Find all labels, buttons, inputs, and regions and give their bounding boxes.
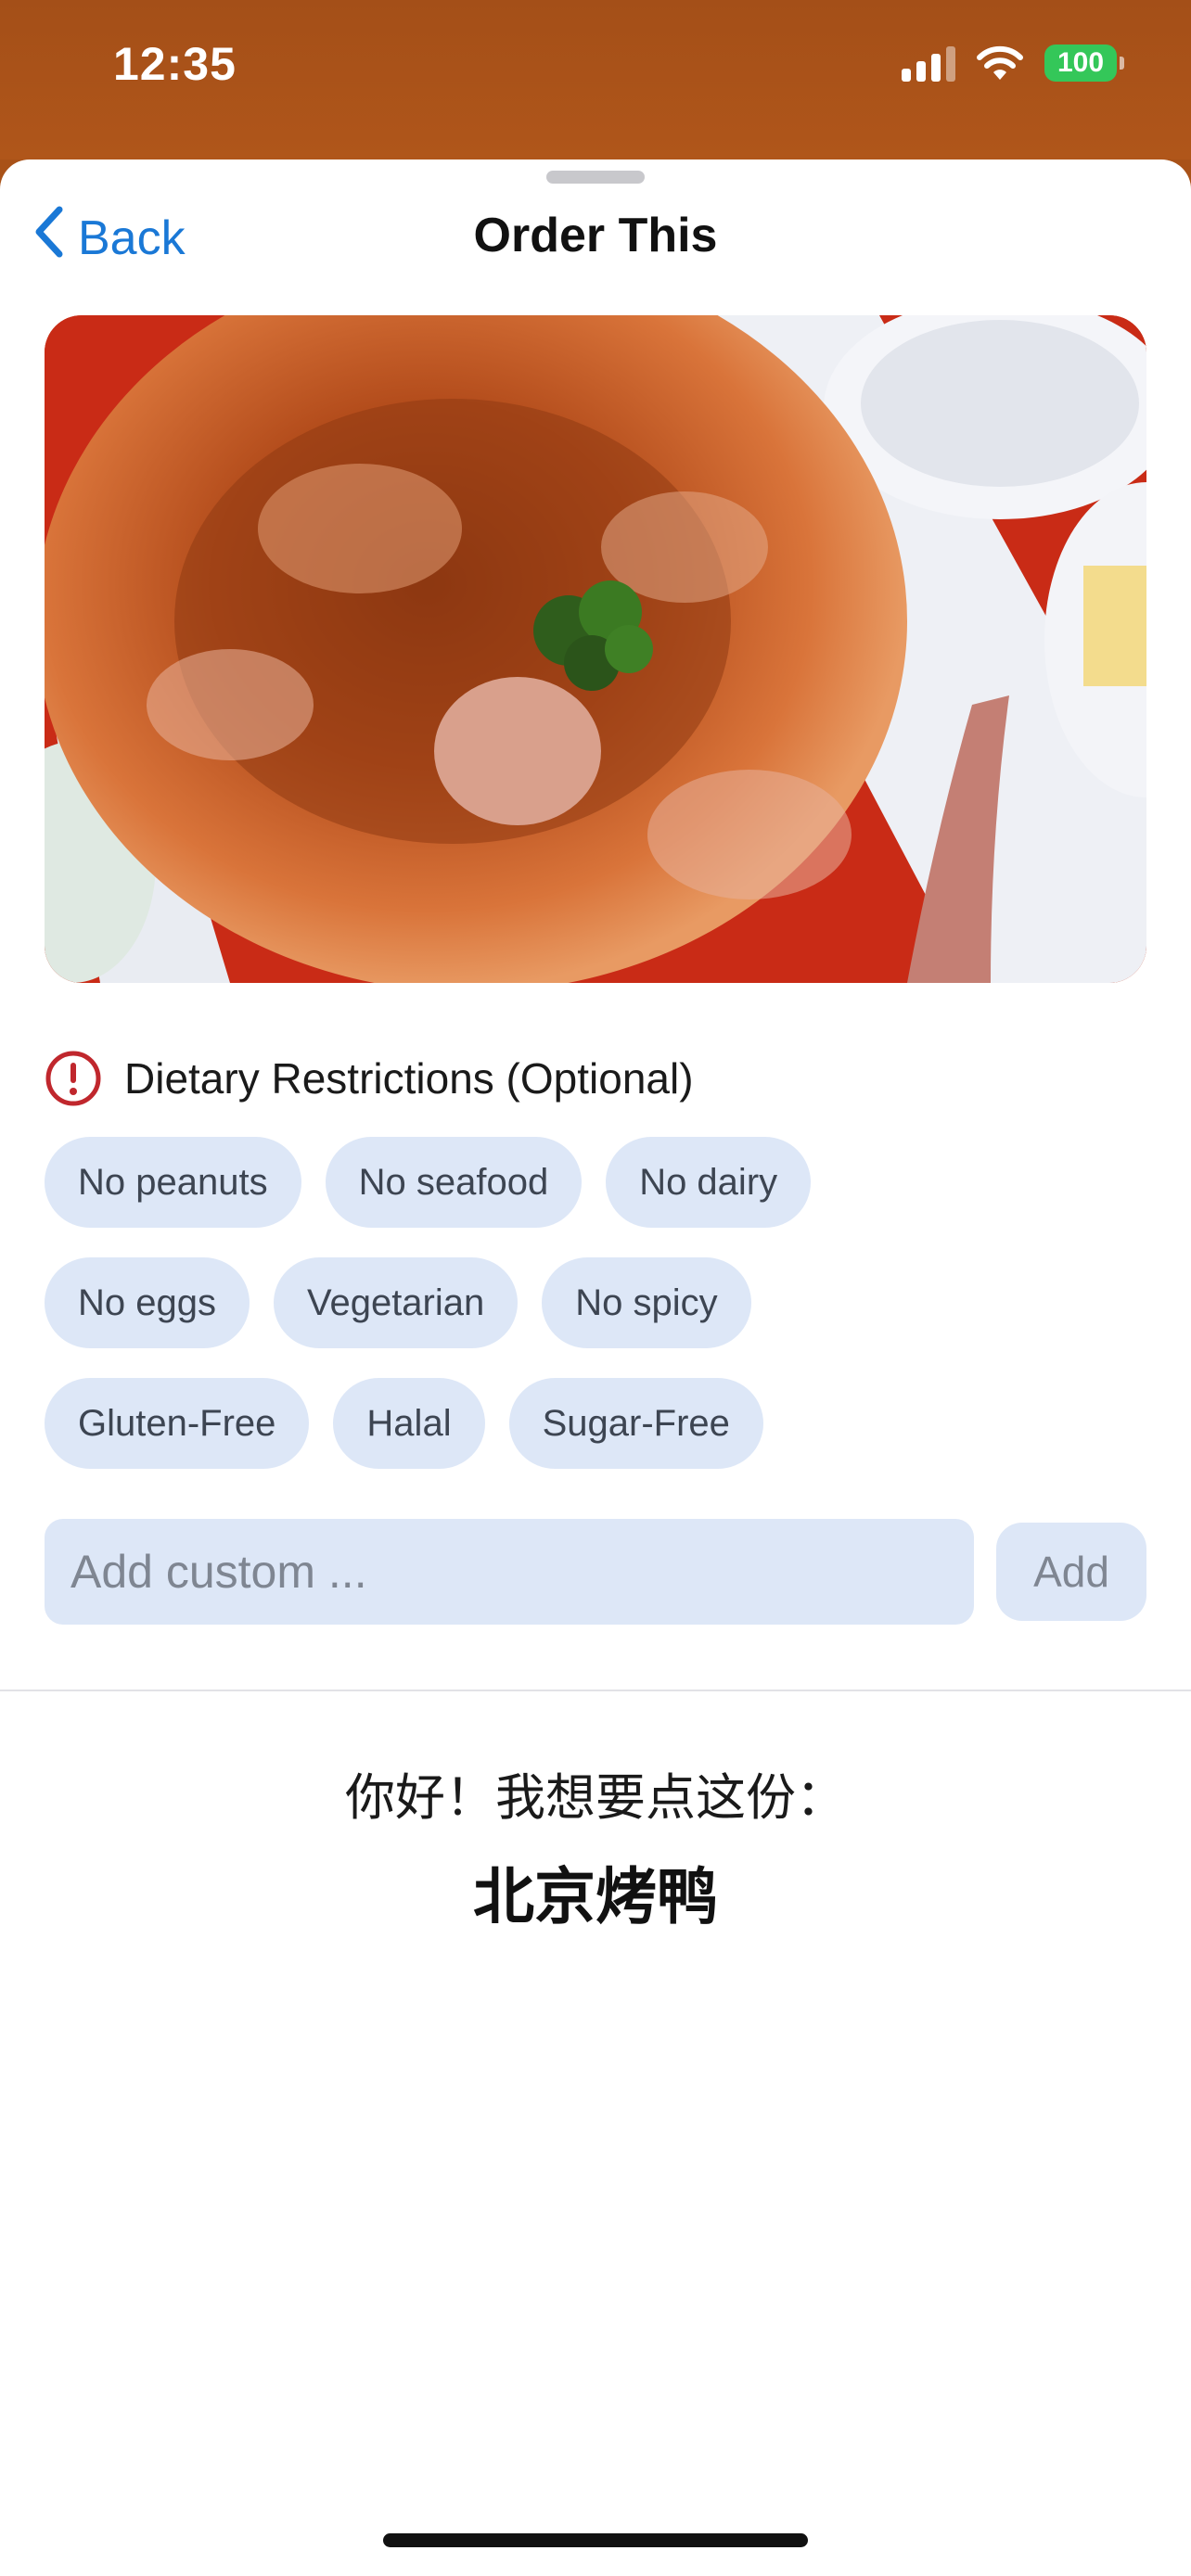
chip-no-peanuts[interactable]: No peanuts [45,1137,301,1228]
chip-sugar-free[interactable]: Sugar-Free [508,1378,763,1469]
status-icons: 100 [902,45,1124,82]
sheet-grabber[interactable] [546,171,645,184]
chip-no-dairy[interactable]: No dairy [606,1137,812,1228]
add-button[interactable]: Add [996,1523,1146,1621]
chip-row: No eggs Vegetarian No spicy [45,1257,1146,1348]
status-bar: 12:35 100 [0,0,1191,159]
status-time: 12:35 [113,38,237,90]
wifi-icon [976,45,1024,82]
custom-restriction-input[interactable] [45,1519,974,1625]
dietary-title: Dietary Restrictions (Optional) [124,1054,694,1103]
chip-gluten-free[interactable]: Gluten-Free [45,1378,310,1469]
dish-name: 北京烤鸭 [473,1861,718,1932]
order-greeting: 你好！我想要点这份： [345,1768,846,1827]
dietary-header: Dietary Restrictions (Optional) [45,1050,694,1107]
divider [0,1690,1191,1691]
chip-halal[interactable]: Halal [333,1378,485,1469]
home-indicator[interactable] [383,2533,808,2547]
chip-no-eggs[interactable]: No eggs [45,1257,250,1348]
chip-row: No peanuts No seafood No dairy [45,1137,1146,1228]
chip-row: Gluten-Free Halal Sugar-Free [45,1378,1146,1469]
battery-icon: 100 [1044,45,1124,82]
order-sheet: Back Order This Dietary Restrictions (Op… [0,159,1191,2576]
exclamation-circle-icon [45,1050,102,1107]
chip-no-seafood[interactable]: No seafood [325,1137,583,1228]
signal-icon [902,45,955,82]
chip-no-spicy[interactable]: No spicy [542,1257,751,1348]
page-title: Order This [473,209,718,262]
dish-photo [45,315,1146,983]
chip-vegetarian[interactable]: Vegetarian [273,1257,519,1348]
dietary-chips: No peanuts No seafood No dairy No eggs V… [45,1137,1146,1498]
